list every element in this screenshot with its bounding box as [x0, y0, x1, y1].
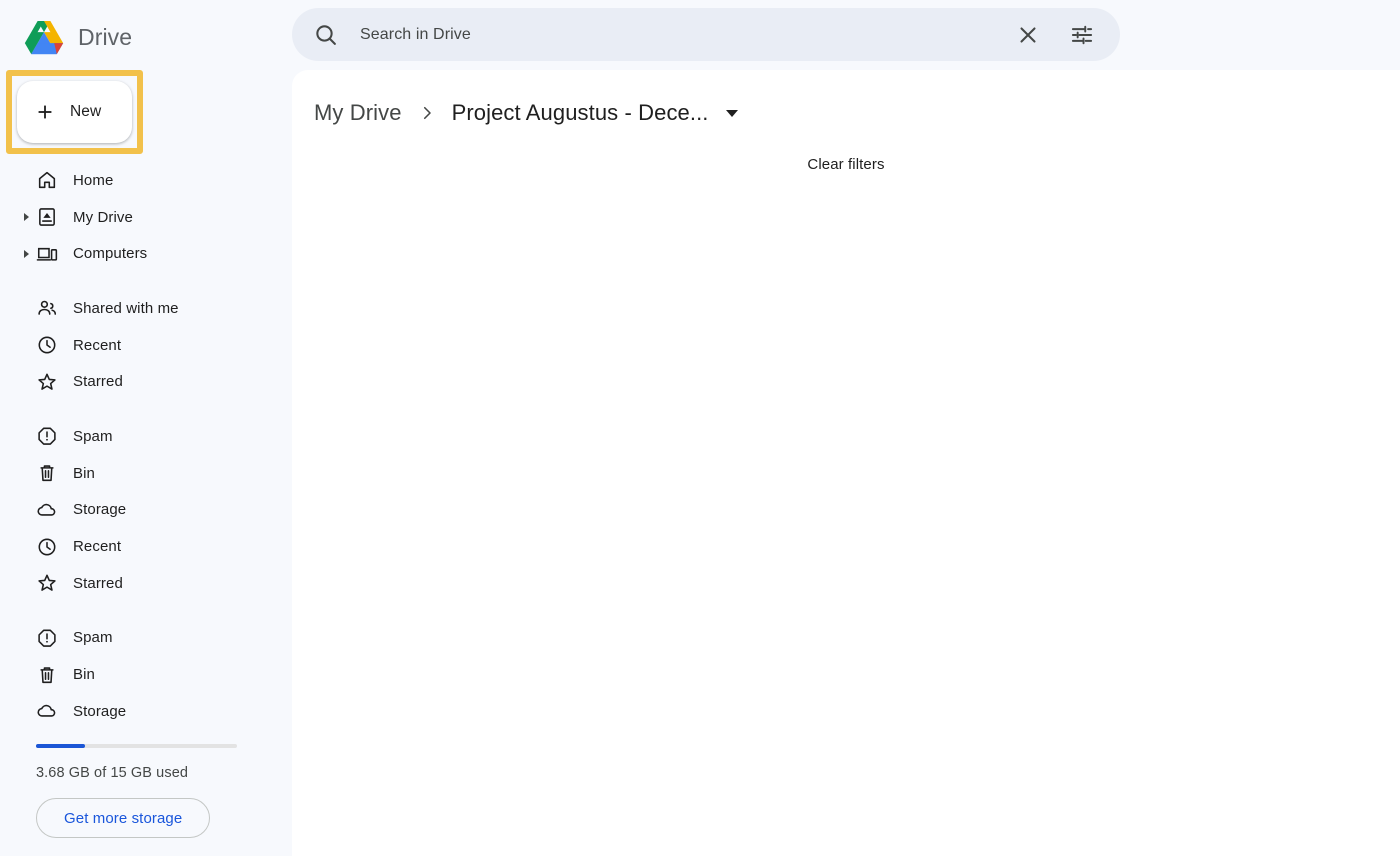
storage-usage-text: 3.68 GB of 15 GB used: [36, 765, 189, 781]
computers-icon: [36, 247, 58, 261]
new-button-highlight: New: [6, 70, 143, 154]
sidebar-item-home[interactable]: Home: [0, 162, 292, 199]
nav-divider-3: [0, 602, 292, 620]
caret-down-icon[interactable]: [725, 109, 738, 117]
trash-icon: [40, 465, 54, 482]
brand[interactable]: Drive: [0, 0, 292, 58]
storage-section: 3.68 GB of 15 GB used Get more storage: [0, 744, 292, 856]
nav-group-3: Spam Bin Storage Recent Starred: [0, 418, 292, 601]
sidebar-item-label: Recent: [73, 538, 122, 556]
sidebar-item-label: Shared with me: [73, 299, 179, 317]
sidebar-item-label: Spam: [73, 427, 113, 445]
sidebar-item-storage-2[interactable]: Storage: [0, 693, 292, 730]
expand-arrow-icon[interactable]: [24, 213, 29, 222]
sidebar-item-label: Computers: [73, 245, 148, 263]
sidebar-item-label: Storage: [73, 702, 127, 720]
trash-icon: [40, 666, 54, 683]
people-icon: [38, 301, 57, 316]
sidebar-item-label: Starred: [73, 574, 123, 592]
sidebar-item-label: Home: [73, 171, 114, 189]
sidebar-item-spam-2[interactable]: Spam: [0, 620, 292, 657]
chevron-right-icon: [423, 106, 431, 120]
drive-app: Drive New Home My Drive Computers Shared…: [0, 0, 1400, 856]
nav-group-1: Home My Drive Computers: [0, 162, 292, 272]
nav-divider-1: [0, 272, 292, 290]
get-more-storage-button[interactable]: Get more storage: [36, 798, 211, 838]
nav-group-2: Shared with me Recent Starred: [0, 290, 292, 400]
sidebar-item-label: Bin: [73, 666, 95, 684]
breadcrumb-current-folder[interactable]: Project Augustus - Dece...: [452, 100, 709, 126]
sidebar-item-bin-2[interactable]: Bin: [0, 656, 292, 693]
cloud-icon: [37, 503, 56, 516]
spam-icon: [38, 629, 56, 647]
my-drive-icon: [39, 208, 55, 226]
star-icon: [38, 574, 56, 592]
search-input[interactable]: [360, 25, 1015, 44]
sidebar: Drive New Home My Drive Computers Shared…: [0, 0, 292, 856]
storage-progress-bar: [36, 744, 237, 748]
spam-icon: [38, 427, 56, 446]
sidebar-item-label: Bin: [73, 464, 95, 482]
sidebar-item-label: Starred: [73, 373, 123, 391]
google-drive-logo: [24, 21, 64, 55]
nav-divider-2: [0, 400, 292, 418]
star-icon: [38, 373, 56, 390]
sidebar-item-starred-2[interactable]: Starred: [0, 565, 292, 602]
home-icon: [38, 172, 56, 189]
close-icon[interactable]: [1015, 22, 1041, 48]
new-button[interactable]: New: [17, 81, 132, 143]
sidebar-item-label: Recent: [73, 336, 122, 354]
sidebar-item-label: Spam: [73, 629, 113, 647]
sidebar-item-my-drive[interactable]: My Drive: [0, 199, 292, 236]
sidebar-item-recent-2[interactable]: Recent: [0, 528, 292, 565]
tune-icon[interactable]: [1069, 22, 1095, 48]
search-bar[interactable]: [292, 8, 1120, 61]
sidebar-item-recent[interactable]: Recent: [0, 327, 292, 364]
cloud-icon: [37, 705, 56, 718]
expand-arrow-icon[interactable]: [24, 249, 29, 258]
search-icon[interactable]: [313, 22, 339, 48]
app-title: Drive: [78, 23, 133, 50]
sidebar-nav: Home My Drive Computers Shared with me R…: [0, 162, 292, 730]
nav-group-4: Spam Bin Storage: [0, 620, 292, 730]
clock-icon: [38, 538, 56, 556]
sidebar-item-spam[interactable]: Spam: [0, 418, 292, 455]
sidebar-item-label: Storage: [73, 501, 127, 519]
sidebar-item-shared-with-me[interactable]: Shared with me: [0, 290, 292, 327]
new-button-label: New: [70, 103, 102, 120]
breadcrumb-my-drive[interactable]: My Drive: [314, 100, 402, 126]
storage-progress-fill: [36, 744, 86, 748]
sidebar-item-label: My Drive: [73, 208, 133, 226]
main-content: My Drive Project Augustus - Dece... Clea…: [292, 70, 1400, 856]
sidebar-item-starred[interactable]: Starred: [0, 363, 292, 400]
header: [292, 0, 1400, 70]
sidebar-item-storage[interactable]: Storage: [0, 492, 292, 529]
sidebar-item-computers[interactable]: Computers: [0, 235, 292, 272]
clear-filters-row: Clear filters: [292, 134, 1400, 177]
clear-filters-button[interactable]: Clear filters: [799, 152, 892, 177]
breadcrumb: My Drive Project Augustus - Dece...: [292, 70, 1400, 134]
sidebar-item-bin[interactable]: Bin: [0, 455, 292, 492]
clock-icon: [38, 336, 56, 354]
plus-icon: [38, 105, 52, 119]
